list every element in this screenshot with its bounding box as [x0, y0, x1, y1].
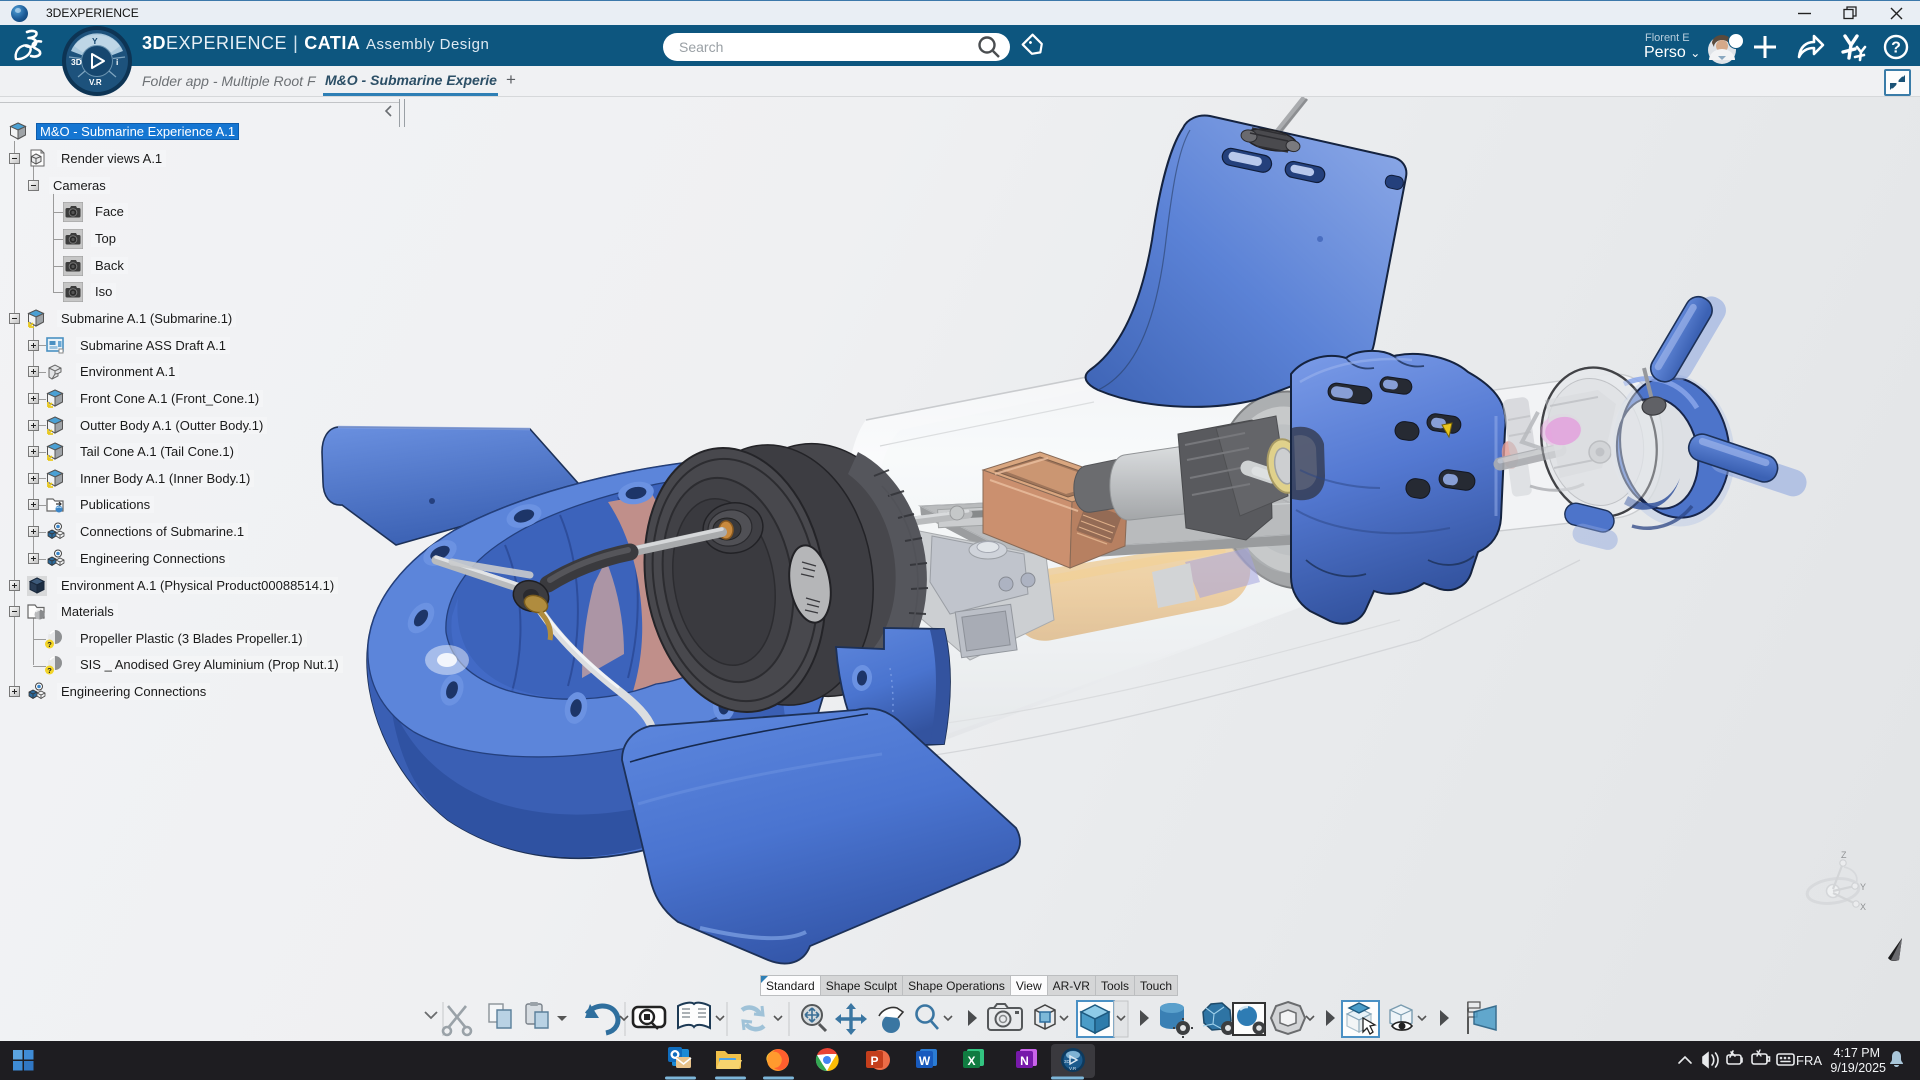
svg-text:N: N	[1020, 1054, 1029, 1068]
svg-text:V.R: V.R	[1069, 1066, 1077, 1071]
svg-text:Z: Z	[1841, 850, 1847, 860]
svg-text:X: X	[1860, 902, 1866, 912]
svg-text:FRA: FRA	[1796, 1053, 1822, 1068]
svg-text:3D: 3D	[1064, 1059, 1071, 1064]
svg-text:V.R: V.R	[89, 78, 102, 87]
svg-text:4:17 PM: 4:17 PM	[1833, 1046, 1880, 1060]
svg-text:P: P	[870, 1054, 878, 1068]
svg-text:X: X	[967, 1054, 975, 1068]
svg-text:?: ?	[1891, 40, 1901, 57]
svg-text:9/19/2025: 9/19/2025	[1830, 1061, 1886, 1075]
svg-text:Y: Y	[1860, 882, 1866, 892]
svg-text:W: W	[919, 1054, 931, 1068]
svg-text:Y: Y	[92, 36, 98, 46]
